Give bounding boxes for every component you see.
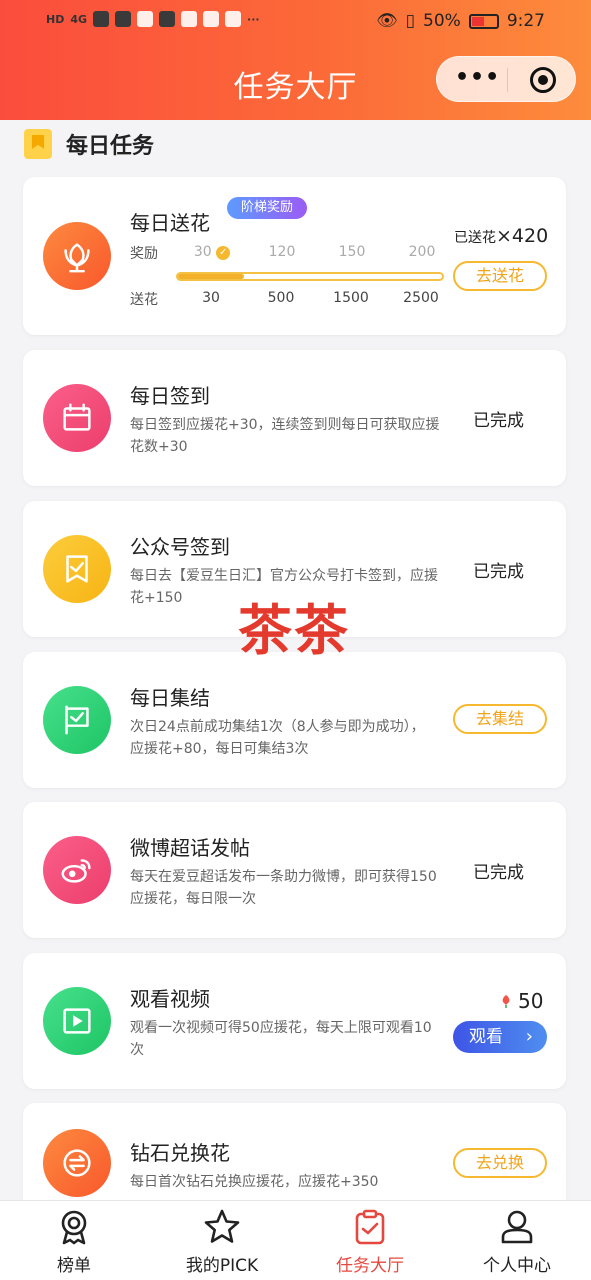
hd-icon: HD <box>46 12 65 26</box>
exchange-button[interactable]: 去兑换 <box>453 1148 547 1178</box>
clock: 9:27 <box>506 11 545 31</box>
app-notify-icon <box>137 11 154 27</box>
app-notify-icon-3 <box>225 11 242 27</box>
progress-fill <box>178 274 244 279</box>
tab-label: 个人中心 <box>483 1256 551 1276</box>
reward-value: 50 <box>518 989 544 1013</box>
watch-label: 观看 <box>469 1027 503 1047</box>
send-tick: 500 <box>267 290 295 306</box>
send-tick: 1500 <box>333 290 369 306</box>
section-title: 每日任务 <box>66 134 155 159</box>
flower-icon <box>43 222 111 290</box>
app-notify-icon-2 <box>181 11 198 27</box>
task-card-watch-video: 观看视频 观看一次视频可得50应援花，每天上限可观看10次 50 观看 › <box>23 953 566 1089</box>
tab-task-hall[interactable]: 任务大厅 <box>296 1207 444 1276</box>
ladder-reward-badge: 阶梯奖励 <box>227 197 308 219</box>
send-row-label: 送花 <box>130 292 158 308</box>
tab-my-pick[interactable]: 我的PICK <box>148 1207 296 1276</box>
status-completed: 已完成 <box>473 411 524 431</box>
status-completed: 已完成 <box>473 562 524 582</box>
sent-label: 已送花 <box>454 230 496 246</box>
status-completed: 已完成 <box>473 863 524 883</box>
reward-tick: 150 <box>338 244 366 260</box>
tab-label: 我的PICK <box>185 1256 259 1276</box>
status-right: 👁 ▯ 50% 9:27 <box>376 11 545 31</box>
user-icon <box>501 1210 533 1244</box>
watch-button[interactable]: 观看 › <box>453 1021 547 1053</box>
message-icon <box>159 11 176 27</box>
task-desc: 次日24点前成功集结1次（8人参与即为成功），应援花+80，每日可集结3次 <box>130 719 425 757</box>
flag-icon <box>43 686 111 754</box>
task-title: 每日签到 <box>130 384 210 408</box>
tab-profile[interactable]: 个人中心 <box>443 1207 591 1276</box>
more-notifications-icon: ··· <box>247 12 260 26</box>
video-reward: 50 <box>498 989 543 1013</box>
red-flower-icon <box>502 995 510 1008</box>
task-card-daily-flower: 每日送花 阶梯奖励 奖励 30 ✓ 120 150 200 送花 30 500 … <box>23 177 566 335</box>
bookmark-check-icon <box>43 535 111 603</box>
reward-tick-value: 30 <box>193 244 212 260</box>
task-title: 微博超话发帖 <box>130 836 250 860</box>
bookmark-flag-icon <box>24 129 52 159</box>
exchange-icon <box>43 1129 111 1197</box>
mini-program-capsule: ••• <box>436 56 576 102</box>
flower-progress-bar <box>176 272 444 281</box>
send-tick: 2500 <box>403 290 439 306</box>
reward-tick: 30 ✓ <box>182 244 242 260</box>
medal-icon <box>61 1210 87 1245</box>
task-desc: 观看一次视频可得50应援花，每天上限可观看10次 <box>130 1020 432 1058</box>
tab-label: 榜单 <box>57 1256 91 1276</box>
task-title: 观看视频 <box>130 987 210 1011</box>
app-header: HD 4G ··· 👁 ▯ 50% 9:27 任务大厅 ••• <box>0 0 591 120</box>
music-icon <box>203 11 220 27</box>
play-icon <box>43 987 111 1055</box>
task-title: 每日送花 <box>130 211 210 235</box>
target-icon[interactable] <box>530 67 556 93</box>
status-bar: HD 4G ··· 👁 ▯ 50% 9:27 <box>0 0 591 44</box>
task-title: 钻石兑换花 <box>130 1141 230 1165</box>
reward-tick: 120 <box>268 244 296 260</box>
task-title: 每日集结 <box>130 686 210 710</box>
clipboard-check-icon <box>355 1209 385 1245</box>
sent-count: 已送花×420 <box>454 225 548 247</box>
calendar-icon <box>43 384 111 452</box>
battery-icon <box>468 13 499 29</box>
capsule-divider <box>507 68 508 92</box>
tab-ranking[interactable]: 榜单 <box>0 1207 148 1276</box>
chevron-right-icon: › <box>525 1026 533 1047</box>
send-tick: 30 <box>202 290 220 306</box>
task-desc: 每日首次钻石兑换应援花，应援花+350 <box>130 1174 379 1190</box>
more-dots-icon[interactable]: ••• <box>455 65 500 90</box>
reward-tick: 200 <box>408 244 436 260</box>
reward-row-label: 奖励 <box>130 246 158 262</box>
eye-icon: 👁 <box>376 11 398 31</box>
task-desc: 每天在爱豆超话发布一条助力微博，即可获得150应援花，每日限一次 <box>130 869 437 907</box>
rally-button[interactable]: 去集结 <box>453 704 547 734</box>
sent-value: 420 <box>511 225 549 247</box>
section-header: 每日任务 <box>24 128 154 160</box>
check-icon: ✓ <box>216 246 231 260</box>
vibrate-icon: ▯ <box>405 11 416 31</box>
bottom-tab-bar: 榜单 我的PICK 任务大厅 个人中心 <box>0 1200 591 1280</box>
weibo-icon <box>43 836 111 904</box>
send-flower-button[interactable]: 去送花 <box>453 261 547 291</box>
watermark-text: 茶茶 <box>238 599 350 662</box>
wifi-icon <box>115 11 132 27</box>
task-card-daily-checkin: 每日签到 每日签到应援花+30，连续签到则每日可获取应援花数+30 已完成 <box>23 350 566 486</box>
status-left-icons: HD 4G ··· <box>46 11 260 27</box>
battery-percent: 50% <box>423 11 461 31</box>
star-icon <box>204 1209 240 1243</box>
tab-label: 任务大厅 <box>336 1256 404 1276</box>
task-card-daily-rally: 每日集结 次日24点前成功集结1次（8人参与即为成功），应援花+80，每日可集结… <box>23 652 566 788</box>
signal-icon <box>93 11 110 27</box>
network-label: 4G <box>70 12 88 26</box>
sent-multiplier: × <box>496 225 512 247</box>
task-desc: 每日签到应援花+30，连续签到则每日可获取应援花数+30 <box>130 417 440 455</box>
task-card-weibo-post: 微博超话发帖 每天在爱豆超话发布一条助力微博，即可获得150应援花，每日限一次 … <box>23 802 566 938</box>
task-title: 公众号签到 <box>130 535 230 559</box>
